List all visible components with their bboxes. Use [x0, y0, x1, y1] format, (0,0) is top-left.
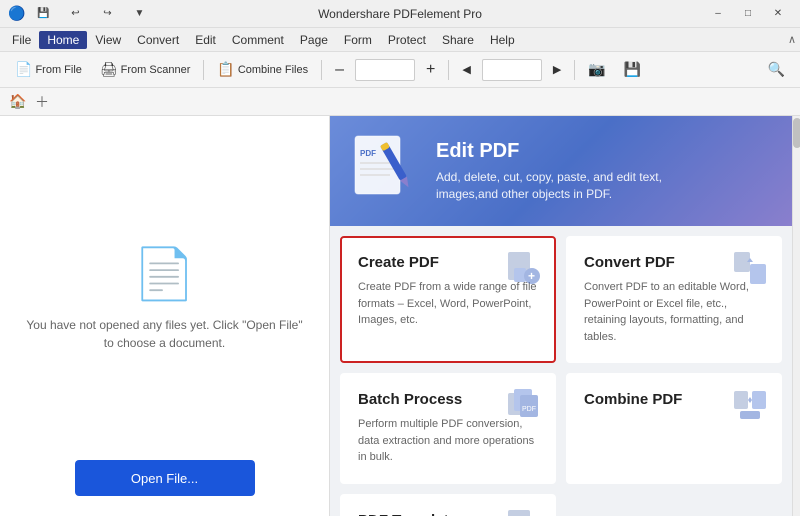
save-btn[interactable]: 💾 — [29, 4, 57, 24]
title-bar: 🔵 💾 ↩ ↪ ▼ Wondershare PDFelement Pro – □… — [0, 0, 800, 28]
combine-icon: 📋 — [217, 61, 234, 78]
scrollbar[interactable] — [792, 116, 800, 516]
edit-pdf-title: Edit PDF — [436, 140, 716, 163]
combine-pdf-card[interactable]: Combine PDF — [566, 373, 782, 484]
convert-pdf-desc: Convert PDF to an editable Word, PowerPo… — [584, 279, 764, 345]
empty-state: 📄 You have not opened any files yet. Cli… — [20, 136, 309, 460]
edit-pdf-banner[interactable]: PDF Edit PDF Add, delete, cut, copy, pas… — [330, 116, 792, 226]
scanner-icon: 🖨 — [100, 61, 118, 78]
menu-help[interactable]: Help — [482, 31, 523, 49]
toolbar-separator-2 — [321, 60, 322, 80]
customize-btn[interactable]: ▼ — [125, 4, 153, 24]
create-pdf-card[interactable]: + Create PDF Create PDF from a wide rang… — [340, 236, 556, 363]
maximize-btn[interactable]: □ — [734, 4, 762, 24]
cards-grid: + Create PDF Create PDF from a wide rang… — [330, 226, 792, 516]
zoom-input[interactable] — [355, 59, 415, 81]
from-scanner-btn[interactable]: 🖨 From Scanner — [93, 57, 197, 82]
combine-files-btn[interactable]: 📋 Combine Files — [210, 57, 315, 82]
batch-process-icon: PDF — [506, 387, 542, 423]
tab-bar: 🏠 ＋ — [0, 88, 800, 116]
open-file-button[interactable]: Open File... — [75, 460, 255, 496]
pdf-templates-card[interactable]: ☆ PDF Templates — [340, 494, 556, 516]
minimize-btn[interactable]: – — [704, 4, 732, 24]
redo-btn[interactable]: ↪ — [93, 4, 121, 24]
menu-form[interactable]: Form — [336, 31, 380, 49]
window-title: Wondershare PDFelement Pro — [318, 7, 482, 21]
menu-comment[interactable]: Comment — [224, 31, 292, 49]
undo-btn[interactable]: ↩ — [61, 4, 89, 24]
close-btn[interactable]: ✕ — [764, 4, 792, 24]
svg-text:W: W — [738, 271, 746, 280]
add-tab-btn[interactable]: ＋ — [32, 92, 52, 112]
empty-file-icon: 📄 — [20, 245, 309, 304]
batch-process-card[interactable]: PDF Batch Process Perform multiple PDF c… — [340, 373, 556, 484]
toolbar-separator-3 — [448, 60, 449, 80]
prev-page-btn[interactable]: ◀ — [455, 59, 477, 80]
menu-home[interactable]: Home — [39, 31, 87, 49]
file-icon: 📄 — [15, 61, 32, 78]
menu-file[interactable]: File — [4, 31, 39, 49]
pdf-templates-icon: ☆ — [506, 508, 542, 516]
toolbar-separator-4 — [574, 60, 575, 80]
edit-pdf-desc: Add, delete, cut, copy, paste, and edit … — [436, 169, 716, 203]
right-panel: PDF Edit PDF Add, delete, cut, copy, pas… — [330, 116, 792, 516]
svg-text:PDF: PDF — [522, 406, 536, 413]
left-panel: 📄 You have not opened any files yet. Cli… — [0, 116, 330, 516]
save-toolbar-btn[interactable]: 💾 — [617, 57, 648, 82]
menu-page[interactable]: Page — [292, 31, 336, 49]
svg-text:PDF: PDF — [360, 149, 376, 158]
title-bar-left: 🔵 💾 ↩ ↪ ▼ — [8, 4, 153, 24]
search-btn[interactable]: 🔍 — [761, 57, 792, 82]
menu-view[interactable]: View — [87, 31, 129, 49]
toolbar: 📄 From File 🖨 From Scanner 📋 Combine Fil… — [0, 52, 800, 88]
menu-share[interactable]: Share — [434, 31, 482, 49]
menu-protect[interactable]: Protect — [380, 31, 434, 49]
menu-convert[interactable]: Convert — [129, 31, 187, 49]
svg-text:+: + — [528, 269, 535, 283]
convert-pdf-icon: W — [732, 250, 768, 286]
create-pdf-desc: Create PDF from a wide range of file for… — [358, 279, 538, 329]
menu-edit[interactable]: Edit — [187, 31, 224, 49]
page-input[interactable] — [482, 59, 542, 81]
zoom-minus-btn[interactable]: – — [328, 57, 351, 83]
home-tab-icon[interactable]: 🏠 — [8, 92, 28, 112]
zoom-plus-btn[interactable]: + — [419, 57, 442, 83]
toolbar-separator — [203, 60, 204, 80]
main-layout: 📄 You have not opened any files yet. Cli… — [0, 116, 800, 516]
create-pdf-icon: + — [506, 250, 542, 286]
menu-bar: File Home View Convert Edit Comment Page… — [0, 28, 800, 52]
empty-state-text: You have not opened any files yet. Click… — [20, 316, 309, 352]
app-icon[interactable]: 🔵 — [8, 5, 25, 22]
convert-pdf-card[interactable]: W Convert PDF Convert PDF to an editable… — [566, 236, 782, 363]
pdf-banner-illustration: PDF — [350, 131, 420, 211]
next-page-btn[interactable]: ▶ — [546, 59, 568, 80]
from-file-btn[interactable]: 📄 From File — [8, 57, 89, 82]
edit-pdf-content: Edit PDF Add, delete, cut, copy, paste, … — [436, 140, 716, 203]
combine-pdf-icon — [732, 387, 768, 423]
batch-process-desc: Perform multiple PDF conversion, data ex… — [358, 416, 538, 466]
screenshot-btn[interactable]: 📷 — [581, 57, 612, 82]
window-controls: – □ ✕ — [704, 4, 792, 24]
collapse-btn[interactable]: ∧ — [788, 33, 796, 46]
